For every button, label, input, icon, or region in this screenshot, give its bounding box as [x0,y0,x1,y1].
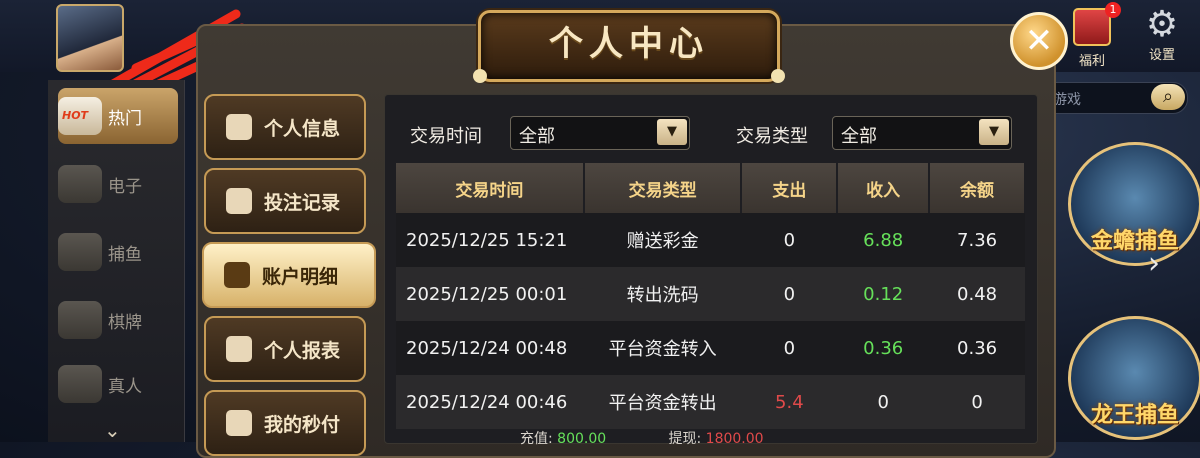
banner-ornament [771,69,785,83]
deposit-label: 充值 [520,431,548,447]
type-filter-value: 全部 [841,126,877,147]
banner-ornament [473,69,487,83]
tab-label: 个人信息 [264,117,341,140]
notification-badge: 1 [1105,2,1121,18]
gift-button[interactable]: 1 福利 [1062,2,1122,69]
nav-item-label: 捕鱼 [108,244,142,265]
time-filter-select[interactable]: 全部 ▼ [510,116,690,150]
column-header: 余额 [929,163,1026,213]
cell-type: 平台资金转出 [583,375,742,429]
cell-time: 2025/12/25 00:01 [396,267,584,321]
game-card-golden-toad[interactable]: 金蟾捕鱼 [1068,142,1200,266]
column-header: 交易时间 [396,163,585,213]
tab-label: 账户明细 [262,265,339,288]
time-filter-label: 交易时间 [410,126,482,147]
search-placeholder: 游戏 [1053,92,1081,108]
gift-label: 福利 [1078,54,1105,69]
nav-item-fishing[interactable]: 捕鱼 [58,224,178,280]
settings-label: 设置 [1148,48,1175,63]
cell-type: 平台资金转入 [583,321,742,375]
column-header: 收入 [837,163,931,213]
search-input[interactable]: 游戏 ⌕ [1040,82,1188,114]
column-header: 支出 [741,163,839,213]
lobby-category-nav: HOT 热门 电子 捕鱼 棋牌 真人 [48,80,185,442]
cards-icon [58,301,102,339]
cell-balance: 0.48 [929,267,1025,321]
cell-type: 转出洗码 [583,267,742,321]
nav-item-cards[interactable]: 棋牌 [58,292,178,348]
cell-expense: 0 [741,213,838,267]
pie-chart-icon [226,336,252,362]
chevron-right-icon[interactable]: › [1148,246,1160,281]
cell-balance: 0 [929,375,1025,429]
type-filter-label: 交易类型 [736,126,808,147]
tab-label: 投注记录 [264,191,341,214]
gear-icon: ⚙ [1145,4,1179,45]
nav-item-hot[interactable]: HOT 热门 [58,88,178,144]
tab-personal-info[interactable]: 个人信息 [204,94,366,160]
nav-item-label: 热门 [108,108,142,129]
nav-item-label: 真人 [108,376,142,397]
modal-title-banner: 个人中心 [473,10,785,83]
nav-item-slots[interactable]: 电子 [58,156,178,212]
dropdown-arrow-icon: ▼ [979,119,1009,145]
table-row: 2025/12/25 15:21 赠送彩金 0 6.88 7.36 [396,213,1025,267]
modal-title: 个人中心 [549,24,709,64]
tab-instant-pay[interactable]: 我的秒付 [204,390,366,456]
game-label: 金蟾捕鱼 [1090,229,1179,254]
m-logo-icon [226,410,252,436]
chevron-down-icon[interactable]: ⌄ [104,418,121,442]
cell-balance: 0.36 [929,321,1025,375]
withdraw-label: 提现 [668,431,697,447]
withdraw-value: 1800.00 [705,431,764,447]
tab-account-details[interactable]: 账户明细 [202,242,376,308]
cell-expense: 0 [741,267,838,321]
transactions-table: 交易时间 交易类型 支出 收入 余额 2025/12/25 15:21 赠送彩金… [396,163,1026,429]
settings-button[interactable]: ⚙ 设置 [1132,4,1192,64]
close-icon[interactable]: ✕ [1010,12,1068,70]
table-header-row: 交易时间 交易类型 支出 收入 余额 [396,163,1026,213]
column-header: 交易类型 [583,163,743,213]
game-label: 龙王捕鱼 [1090,403,1179,428]
person-icon [226,114,252,140]
cell-income: 0 [837,375,930,429]
dropdown-arrow-icon: ▼ [657,119,687,145]
tab-bet-records[interactable]: 投注记录 [204,168,366,234]
type-filter-select[interactable]: 全部 ▼ [832,116,1012,150]
deposit-value: 800.00 [557,431,607,447]
cell-income: 6.88 [837,213,930,267]
game-card-dragon-king[interactable]: 龙王捕鱼 [1068,316,1200,440]
cell-income: 0.36 [837,321,930,375]
nav-item-live[interactable]: 真人 [58,356,178,412]
ticket-icon [226,188,252,214]
tab-label: 个人报表 [264,339,341,362]
cell-time: 2025/12/25 15:21 [396,213,584,267]
cell-income: 0.12 [837,267,930,321]
cell-expense: 0 [741,321,838,375]
tab-personal-report[interactable]: 个人报表 [204,316,366,382]
cell-time: 2025/12/24 00:46 [396,375,584,429]
time-filter-value: 全部 [519,126,555,147]
nav-item-label: 电子 [108,176,142,197]
cell-expense: 5.4 [741,375,838,429]
nav-item-label: 棋牌 [108,312,142,333]
cell-type: 赠送彩金 [583,213,742,267]
tab-label: 我的秒付 [264,413,341,436]
table-row: 2025/12/24 00:46 平台资金转出 5.4 0 0 [396,375,1025,429]
cell-balance: 7.36 [929,213,1025,267]
cell-time: 2025/12/24 00:48 [396,321,584,375]
dealer-icon [58,365,102,403]
ledger-icon [224,262,250,288]
totals-summary: 充值: 800.00 提现: 1800.00 [520,431,764,447]
table-row: 2025/12/25 00:01 转出洗码 0 0.12 0.48 [396,267,1025,321]
gift-icon: 1 [1073,2,1121,46]
hot-badge: HOT [62,109,89,122]
fish-icon [58,233,102,271]
search-icon[interactable]: ⌕ [1151,84,1185,110]
hot-icon: HOT [58,97,102,135]
table-row: 2025/12/24 00:48 平台资金转入 0 0.36 0.36 [396,321,1025,375]
slot-machine-icon [58,165,102,203]
